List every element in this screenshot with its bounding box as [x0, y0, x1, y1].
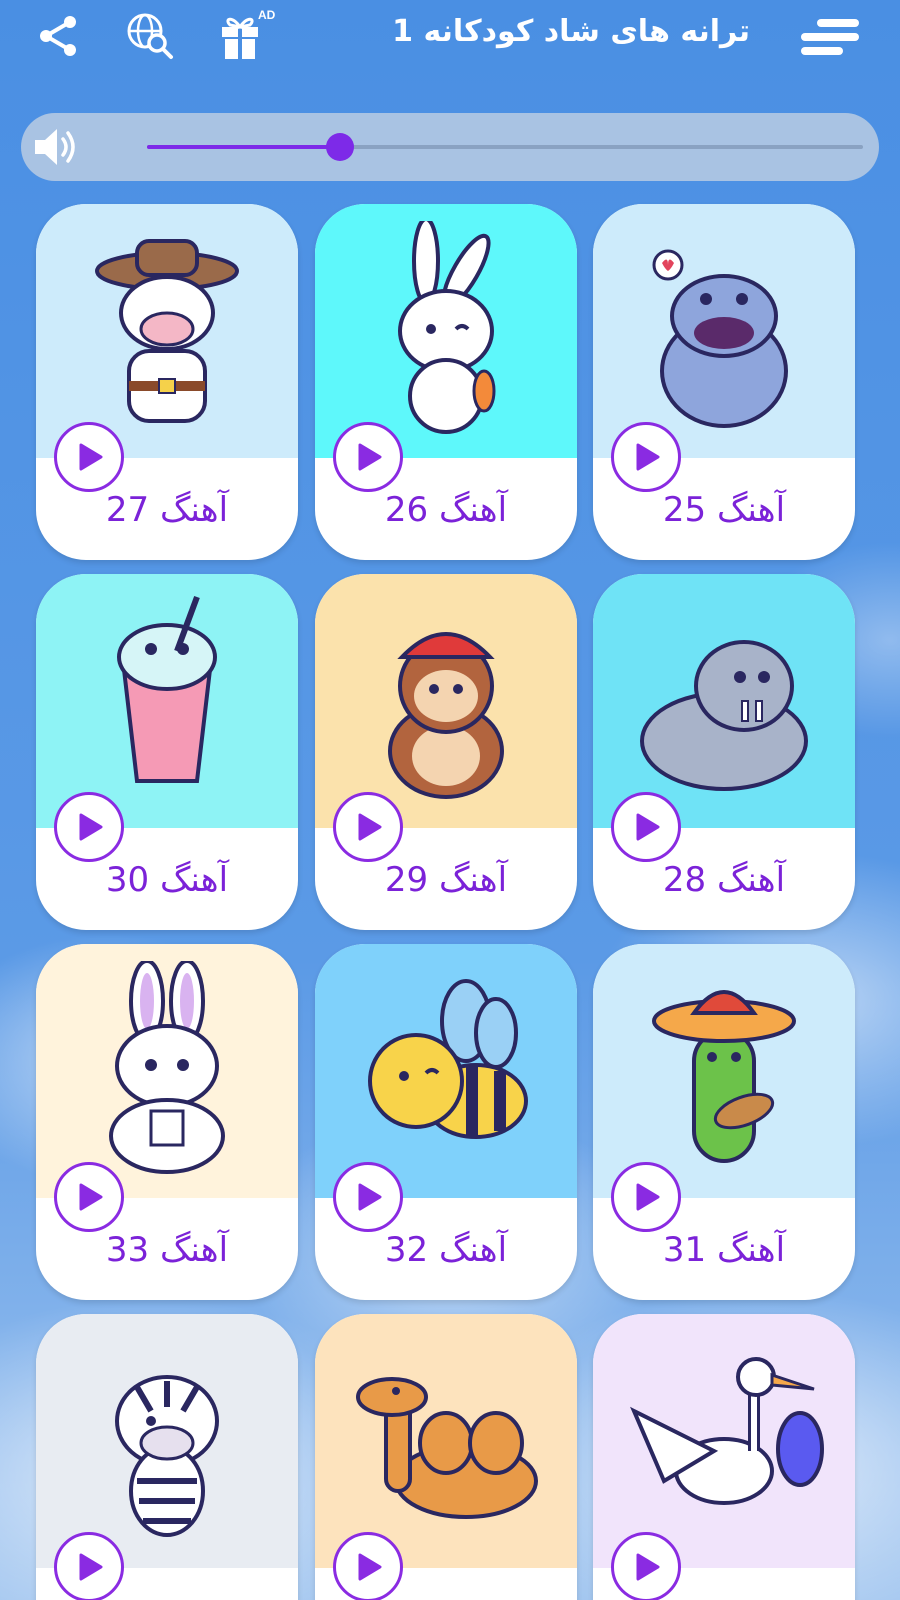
play-icon — [79, 1553, 103, 1581]
play-button[interactable] — [333, 1162, 403, 1232]
song-label: آهنگ 30 — [105, 860, 229, 900]
song-card[interactable]: آهنگ 29 — [315, 574, 577, 930]
camel-illustration — [315, 1314, 577, 1568]
stork-illustration — [593, 1314, 855, 1568]
walrus-illustration — [593, 574, 855, 828]
bunny-illustration — [36, 944, 298, 1198]
song-card[interactable]: آهنگ 32 — [315, 944, 577, 1300]
cowboy-cow-illustration — [36, 204, 298, 458]
drink-cup-illustration — [36, 574, 298, 828]
rabbit-illustration — [315, 204, 577, 458]
song-card[interactable]: آهنگ 30 — [36, 574, 298, 930]
play-icon — [636, 813, 660, 841]
play-button[interactable] — [54, 422, 124, 492]
hippo-illustration — [593, 204, 855, 458]
play-icon — [358, 1553, 382, 1581]
play-button[interactable] — [333, 1532, 403, 1600]
play-icon — [636, 443, 660, 471]
song-grid: آهنگ 25 آهنگ 26 آهنگ 27 آهنگ 28 آهنگ 29 آهنگ … — [0, 0, 900, 1600]
song-label: آهنگ 31 — [662, 1230, 786, 1270]
play-icon — [636, 1183, 660, 1211]
play-button[interactable] — [611, 1162, 681, 1232]
play-button[interactable] — [611, 792, 681, 862]
song-card[interactable]: آهنگ 25 — [593, 204, 855, 560]
play-icon — [358, 1183, 382, 1211]
zebra-illustration — [36, 1314, 298, 1568]
song-card[interactable]: آهنگ 28 — [593, 574, 855, 930]
song-card[interactable] — [36, 1314, 298, 1600]
song-label: آهنگ 29 — [384, 860, 508, 900]
song-label: آهنگ 32 — [384, 1230, 508, 1270]
play-button[interactable] — [611, 1532, 681, 1600]
play-icon — [79, 1183, 103, 1211]
bee-illustration — [315, 944, 577, 1198]
play-icon — [358, 813, 382, 841]
play-button[interactable] — [54, 1532, 124, 1600]
song-card[interactable]: آهنگ 31 — [593, 944, 855, 1300]
play-icon — [79, 443, 103, 471]
song-card[interactable]: آهنگ 27 — [36, 204, 298, 560]
play-button[interactable] — [54, 1162, 124, 1232]
play-icon — [79, 813, 103, 841]
song-card[interactable] — [593, 1314, 855, 1600]
song-label: آهنگ 25 — [662, 490, 786, 530]
song-label: آهنگ 26 — [384, 490, 508, 530]
song-label: آهنگ 27 — [105, 490, 229, 530]
play-button[interactable] — [54, 792, 124, 862]
song-card[interactable] — [315, 1314, 577, 1600]
song-card[interactable]: آهنگ 26 — [315, 204, 577, 560]
song-label: آهنگ 33 — [105, 1230, 229, 1270]
song-card[interactable]: آهنگ 33 — [36, 944, 298, 1300]
play-button[interactable] — [611, 422, 681, 492]
play-icon — [358, 443, 382, 471]
song-label: آهنگ 28 — [662, 860, 786, 900]
play-icon — [636, 1553, 660, 1581]
monkey-illustration — [315, 574, 577, 828]
play-button[interactable] — [333, 422, 403, 492]
play-button[interactable] — [333, 792, 403, 862]
cactus-illustration — [593, 944, 855, 1198]
